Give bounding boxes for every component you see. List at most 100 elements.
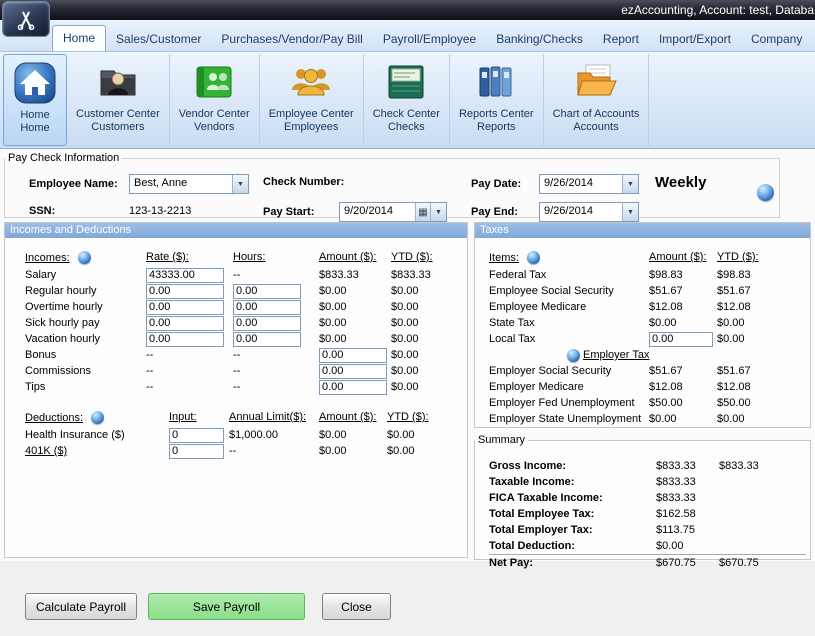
calendar-icon[interactable]: ▦ [415,203,430,221]
chevron-down-icon[interactable]: ▼ [430,203,446,221]
help-globe-icon[interactable] [527,251,540,264]
deduction-ytd-value: $0.00 [387,429,461,441]
ssn-value: 123-13-2213 [129,205,191,217]
salary-rate-input[interactable] [146,268,224,283]
income-amount-value: $0.00 [319,317,391,329]
pay-start-value: 9/20/2014 [340,203,415,221]
regular-hourly-hours-input[interactable] [233,284,301,299]
sick-hourly-rate-input[interactable] [146,316,224,331]
deduction-label-401k-link[interactable]: 401K ($) [25,445,169,457]
toolbar-item-reports-center[interactable]: Reports Center Reports [450,54,544,146]
income-row: Sick hourly pay $0.00 $0.00 [25,315,461,331]
tab-sales-customer[interactable]: Sales/Customer [106,27,211,51]
close-button[interactable]: Close [322,593,391,620]
chevron-down-icon[interactable]: ▼ [622,203,638,221]
taxes-header-row: Items: Amount ($): YTD ($): [489,249,806,265]
summary-row: Total Deduction: $0.00 [489,538,806,554]
toolbar: Home Home Customer Center Customers [0,52,815,149]
tax-ytd-value: $12.08 [717,301,806,313]
income-label: Regular hourly [25,285,146,297]
tax-amount-value: $12.08 [649,381,717,393]
app-logo-button[interactable] [2,1,50,37]
toolbar-item-chart-of-accounts[interactable]: Chart of Accounts Accounts [544,54,650,146]
tax-label: Employer State Unemployment [489,413,649,425]
summary-ytd-value: $670.75 [719,557,806,569]
chevron-down-icon[interactable]: ▼ [622,175,638,193]
toolbar-item-label: Customer Center [76,108,160,121]
help-globe-icon[interactable] [91,411,104,424]
tab-payroll-employee[interactable]: Payroll/Employee [373,27,486,51]
taxes-table: Items: Amount ($): YTD ($): Federal Tax … [489,249,806,427]
bonus-amount-input[interactable] [319,348,387,363]
tax-label: Employee Medicare [489,301,649,313]
overtime-hourly-rate-input[interactable] [146,300,224,315]
chevron-down-icon[interactable]: ▼ [232,175,248,193]
employer-tax-header: Employer Tax [583,349,649,361]
toolbar-item-vendor-center[interactable]: Vendor Center Vendors [170,54,260,146]
tab-purchases-vendor-pay-bill[interactable]: Purchases/Vendor/Pay Bill [211,27,372,51]
toolbar-item-customer-center[interactable]: Customer Center Customers [67,54,170,146]
vacation-hourly-hours-input[interactable] [233,332,301,347]
tips-amount-input[interactable] [319,380,387,395]
income-hours-value: -- [233,381,319,393]
401k-input[interactable] [169,444,224,459]
tax-label: Local Tax [489,333,649,345]
health-insurance-input[interactable] [169,428,224,443]
deduction-row: 401K ($) -- $0.00 $0.00 [25,443,461,459]
help-globe-icon[interactable] [757,184,774,201]
toolbar-item-employee-center[interactable]: Employee Center Employees [260,54,364,146]
summary-amount-value: $833.33 [656,492,719,504]
tax-ytd-value: $51.67 [717,365,806,377]
income-ytd-value: $0.00 [391,365,461,377]
calculate-payroll-button[interactable]: Calculate Payroll [25,593,137,620]
tax-row: Employer Social Security $51.67 $51.67 [489,363,806,379]
regular-hourly-rate-input[interactable] [146,284,224,299]
toolbar-item-label: Reports Center [459,108,534,121]
local-tax-input[interactable] [649,332,713,347]
overtime-hourly-hours-input[interactable] [233,300,301,315]
sick-hourly-hours-input[interactable] [233,316,301,331]
annual-limit-column-header: Annual Limit($): [229,411,319,423]
employee-people-icon [289,56,333,108]
tax-label: Federal Tax [489,269,649,281]
toolbar-item-home[interactable]: Home Home [3,54,67,146]
income-ytd-value: $833.33 [391,269,461,281]
summary-amount-value: $162.58 [656,508,719,520]
income-row: Commissions -- -- $0.00 [25,363,461,379]
pay-end-label: Pay End: [471,206,518,218]
vacation-hourly-rate-input[interactable] [146,332,224,347]
save-payroll-button[interactable]: Save Payroll [148,593,305,620]
summary-row: FICA Taxable Income: $833.33 [489,490,806,506]
paycheck-info-legend: Pay Check Information [5,152,122,164]
pay-date-select[interactable]: 9/26/2014 ▼ [539,174,639,194]
tax-row: Federal Tax $98.83 $98.83 [489,267,806,283]
income-label: Tips [25,381,146,393]
tab-home[interactable]: Home [52,25,106,51]
employee-name-select[interactable]: Best, Anne ▼ [129,174,249,194]
pay-frequency-value: Weekly [655,174,706,191]
summary-row: Total Employer Tax: $113.75 [489,522,806,538]
deductions-column-header: Deductions: [25,412,83,424]
tax-row: Employer Medicare $12.08 $12.08 [489,379,806,395]
tax-row: Employer Fed Unemployment $50.00 $50.00 [489,395,806,411]
tax-row: Employer State Unemployment $0.00 $0.00 [489,411,806,427]
summary-label: Total Employee Tax: [489,508,656,520]
tax-ytd-value: $98.83 [717,269,806,281]
help-globe-icon[interactable] [78,251,91,264]
pay-start-date-picker[interactable]: 9/20/2014 ▦ ▼ [339,202,447,222]
tab-company[interactable]: Company [741,27,812,51]
tax-label: Employer Medicare [489,381,649,393]
pay-end-select[interactable]: 9/26/2014 ▼ [539,202,639,222]
help-globe-icon[interactable] [567,349,580,362]
hours-column-header: Hours: [233,251,319,263]
tab-import-export[interactable]: Import/Export [649,27,741,51]
tax-label: State Tax [489,317,649,329]
incomes-deductions-panel: Incomes and Deductions Incomes: Rate ($)… [4,222,468,558]
summary-label: Total Deduction: [489,540,656,552]
income-ytd-value: $0.00 [391,381,461,393]
toolbar-item-check-center[interactable]: Check Center Checks [364,54,450,146]
tab-report[interactable]: Report [593,27,649,51]
commissions-amount-input[interactable] [319,364,387,379]
tab-banking-checks[interactable]: Banking/Checks [486,27,593,51]
items-column-header: Items: [489,252,519,264]
